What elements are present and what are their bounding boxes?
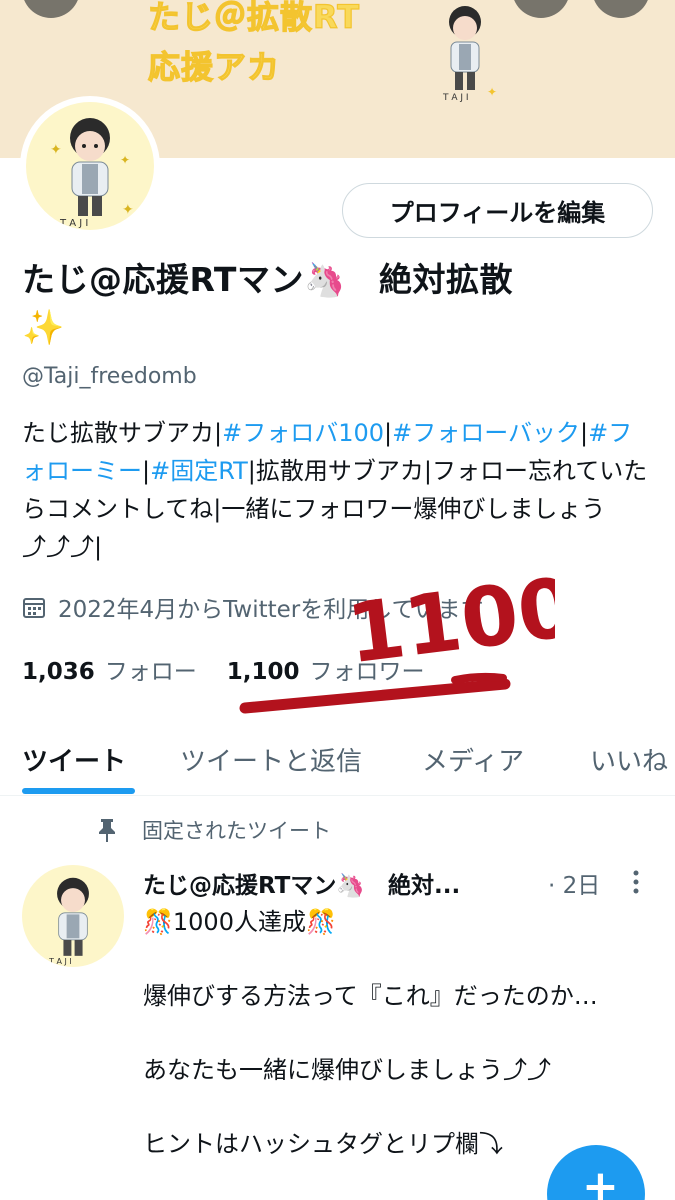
user-handle: @Taji_freedomb [22,364,197,389]
followers-label: フォロワー [309,659,425,685]
active-tab-indicator [22,788,135,794]
join-date-text: 2022年4月からTwitterを利用しています [58,597,484,623]
tweet-text: 🎊1000人達成🎊 爆伸びする方法って『これ』だったのか… あなたも一緒に爆伸びしま… [143,904,643,1163]
display-name: たじ@応援RTマン🦄 絶対拡散 [22,260,514,299]
more-vertical-icon[interactable] [630,868,642,898]
display-name-sparkle: ✨ [22,308,65,348]
banner-character-illustration: T A J I ✦ [442,6,497,103]
bio-text: | [142,457,151,485]
tweet-author[interactable]: たじ@応援RTマン🦄 絶対... [143,866,460,900]
hashtag-link[interactable]: #フォローバック [392,419,580,447]
following-link[interactable]: 1,036 フォロー [22,652,197,686]
pin-icon [99,819,115,842]
bio-text: たじ拡散サブアカ| [22,419,223,447]
tweet-line: 🎊1000人達成🎊 [143,908,336,936]
svg-text:T A J I: T A J I [442,93,469,103]
tab-media[interactable]: メディア [422,722,524,796]
tab-tweets[interactable]: ツイート [22,722,126,796]
hashtag-link[interactable]: #固定RT [150,457,248,485]
bio-text: | [579,419,589,447]
tweet-author-avatar[interactable]: T A J I [22,865,124,967]
svg-text:✦: ✦ [487,85,497,99]
pinned-indicator: 固定されたツイート [96,815,331,845]
pinned-label: 固定されたツイート [142,819,331,843]
join-date: 2022年4月からTwitterを利用しています [22,590,484,624]
bio-text: | [384,419,393,447]
profile-bio: たじ拡散サブアカ|#フォロバ100|#フォローバック|#フォローミー|#固定RT… [22,414,652,566]
followers-count: 1,100 [226,659,300,685]
svg-text:✦: ✦ [122,202,134,218]
svg-text:✦: ✦ [120,153,130,167]
svg-text:T A J I: T A J I [59,218,88,229]
search-button[interactable] [512,0,570,18]
follow-stats: 1,036 フォロー 1,100 フォロワー [22,652,455,686]
back-button[interactable] [22,0,80,18]
tab-likes[interactable]: いいね [590,722,668,796]
plus-icon: + [582,1161,619,1200]
edit-profile-button[interactable]: プロフィールを編集 [342,183,653,238]
handwritten-annotation: 1100 [239,560,555,714]
svg-text:T A J I: T A J I [48,957,72,966]
banner-title-line2: 応援アカ [147,47,281,86]
tab-tweets-and-replies[interactable]: ツイートと返信 [180,722,362,796]
avatar-character-icon: T A J I ✦ ✦ ✦ [50,118,134,229]
following-label: フォロー [104,659,197,685]
svg-text:✦: ✦ [50,142,62,158]
tweet-line: 爆伸びする方法って『これ』だったのか… [143,982,598,1010]
tweet-timestamp[interactable]: · 2日 [548,866,600,900]
tweet-author-name: たじ@応援RTマン🦄 絶対... [143,873,461,899]
followers-link[interactable]: 1,100 フォロワー [227,652,425,686]
more-options-button[interactable] [592,0,650,18]
calendar-icon [23,598,45,618]
tweet-line: あなたも一緒に爆伸びしましょう⤴︎⤴︎ [143,1056,551,1084]
avatar-character-icon: T A J I [48,877,89,966]
profile-tabs: ツイート ツイートと返信 メディア いいね [0,722,675,796]
profile-avatar[interactable]: T A J I ✦ ✦ ✦ [20,96,160,236]
hashtag-link[interactable]: #フォロバ100 [222,419,384,447]
banner-title-line1: たじ＠拡散RT [147,0,361,37]
following-count: 1,036 [22,659,95,685]
